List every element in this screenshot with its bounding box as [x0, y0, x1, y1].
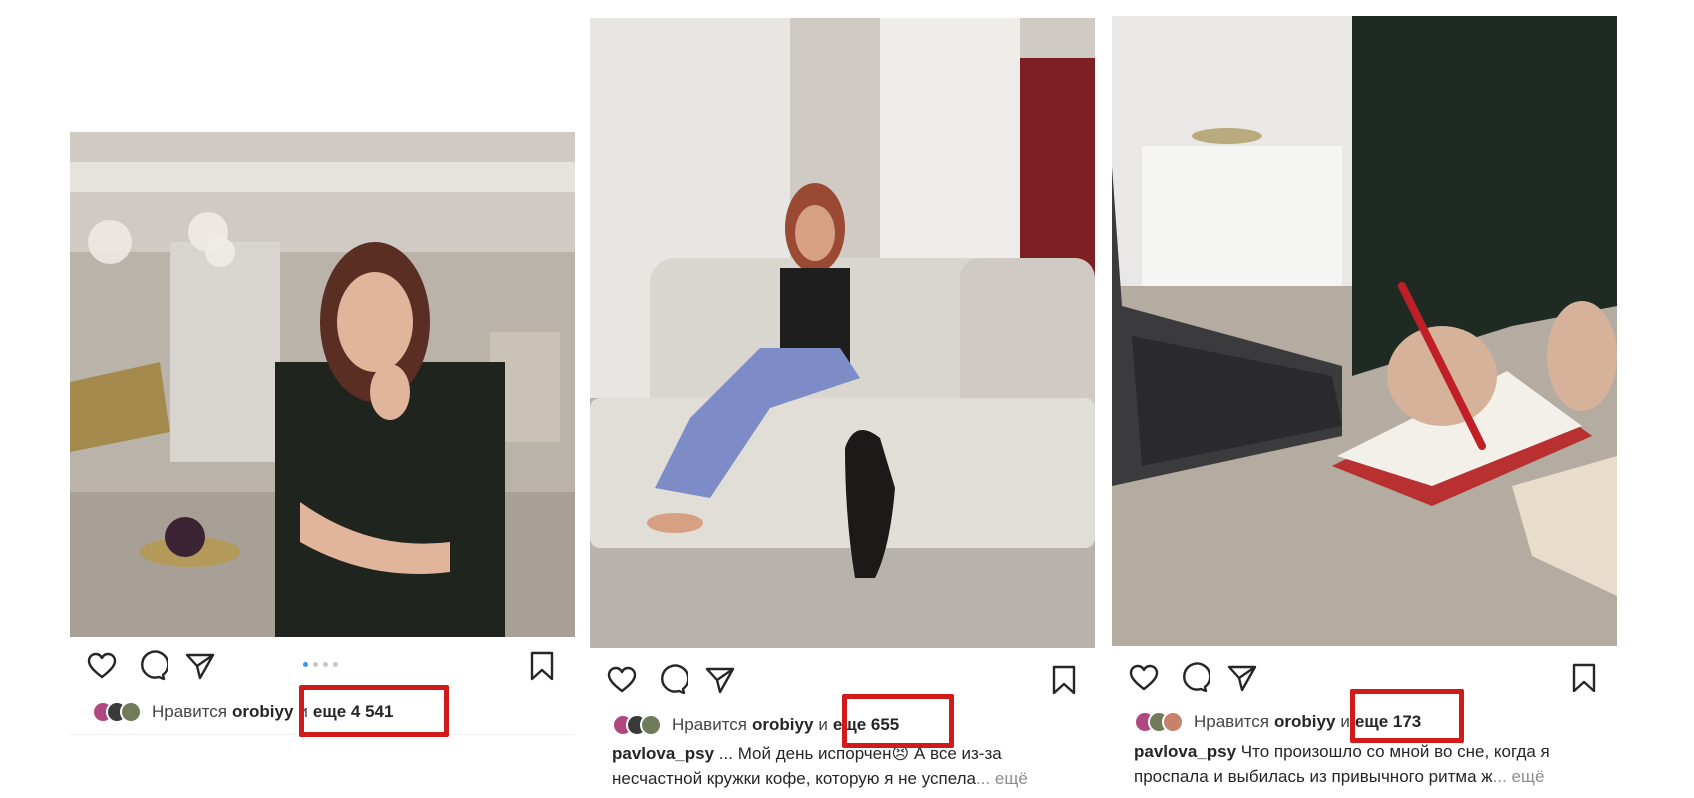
avatar [1162, 711, 1184, 733]
carousel-indicator [303, 662, 338, 667]
caption-text: несчастной кружки кофе, которую я не усп… [612, 769, 976, 788]
caption-more-link[interactable]: ... ещё [1493, 767, 1545, 786]
post-1: Нравится orobiyy и еще 4 541 [70, 132, 575, 735]
comment-icon[interactable] [1178, 662, 1210, 694]
post-3-caption: pavlova_psy Что произошло со мной во сне… [1134, 739, 1550, 789]
caption-username[interactable]: pavlova_psy [1134, 742, 1236, 761]
avatar [120, 701, 142, 723]
highlight-box [842, 694, 954, 748]
likes-prefix: Нравится [152, 702, 228, 721]
caption-text: Что произошло со мной во сне, когда я [1240, 742, 1550, 761]
liker-username[interactable]: orobiyy [232, 702, 293, 722]
caption-line: pavlova_psy ... Мой день испорчен😣 А все… [612, 741, 1028, 766]
highlight-box [1350, 689, 1464, 743]
avatar [640, 714, 662, 736]
liker-avatars[interactable] [1134, 711, 1184, 733]
caption-more-link[interactable]: ... ещё [976, 769, 1028, 788]
likes-and: и [818, 715, 828, 734]
comment-icon[interactable] [136, 650, 168, 682]
heart-icon[interactable] [86, 650, 118, 682]
caption-username[interactable]: pavlova_psy [612, 744, 714, 763]
bookmark-icon[interactable] [526, 650, 558, 682]
liker-username[interactable]: orobiyy [1274, 712, 1335, 732]
share-icon[interactable] [704, 664, 736, 696]
caption-line: несчастной кружки кофе, которую я не усп… [612, 766, 1028, 791]
post-2-photo[interactable] [590, 18, 1095, 648]
caption-line: pavlova_psy Что произошло со мной во сне… [1134, 739, 1550, 764]
likes-prefix: Нравится [672, 715, 748, 734]
bookmark-icon[interactable] [1568, 662, 1600, 694]
post-1-actions [70, 650, 575, 686]
liker-username[interactable]: orobiyy [752, 715, 813, 735]
bookmark-icon[interactable] [1048, 664, 1080, 696]
heart-icon[interactable] [606, 664, 638, 696]
post-3: Нравится orobiyy и еще 173 pavlova_psy Ч… [1112, 16, 1617, 798]
likes-prefix: Нравится [1194, 712, 1270, 731]
liker-avatars[interactable] [612, 714, 662, 736]
post-2-caption: pavlova_psy ... Мой день испорчен😣 А все… [612, 741, 1028, 791]
liker-avatars[interactable] [92, 701, 142, 723]
share-icon[interactable] [1226, 662, 1258, 694]
post-2: Нравится orobiyy и еще 655 pavlova_psy .… [590, 18, 1095, 798]
post-3-photo[interactable] [1112, 16, 1617, 646]
post-1-photo[interactable] [70, 132, 575, 637]
heart-icon[interactable] [1128, 662, 1160, 694]
caption-line: проспала и выбилась из привычного ритма … [1134, 764, 1550, 789]
caption-text: проспала и выбилась из привычного ритма … [1134, 767, 1493, 786]
comment-icon[interactable] [656, 664, 688, 696]
highlight-box [299, 685, 449, 737]
share-icon[interactable] [184, 650, 216, 682]
likes-and: и [1340, 712, 1350, 731]
